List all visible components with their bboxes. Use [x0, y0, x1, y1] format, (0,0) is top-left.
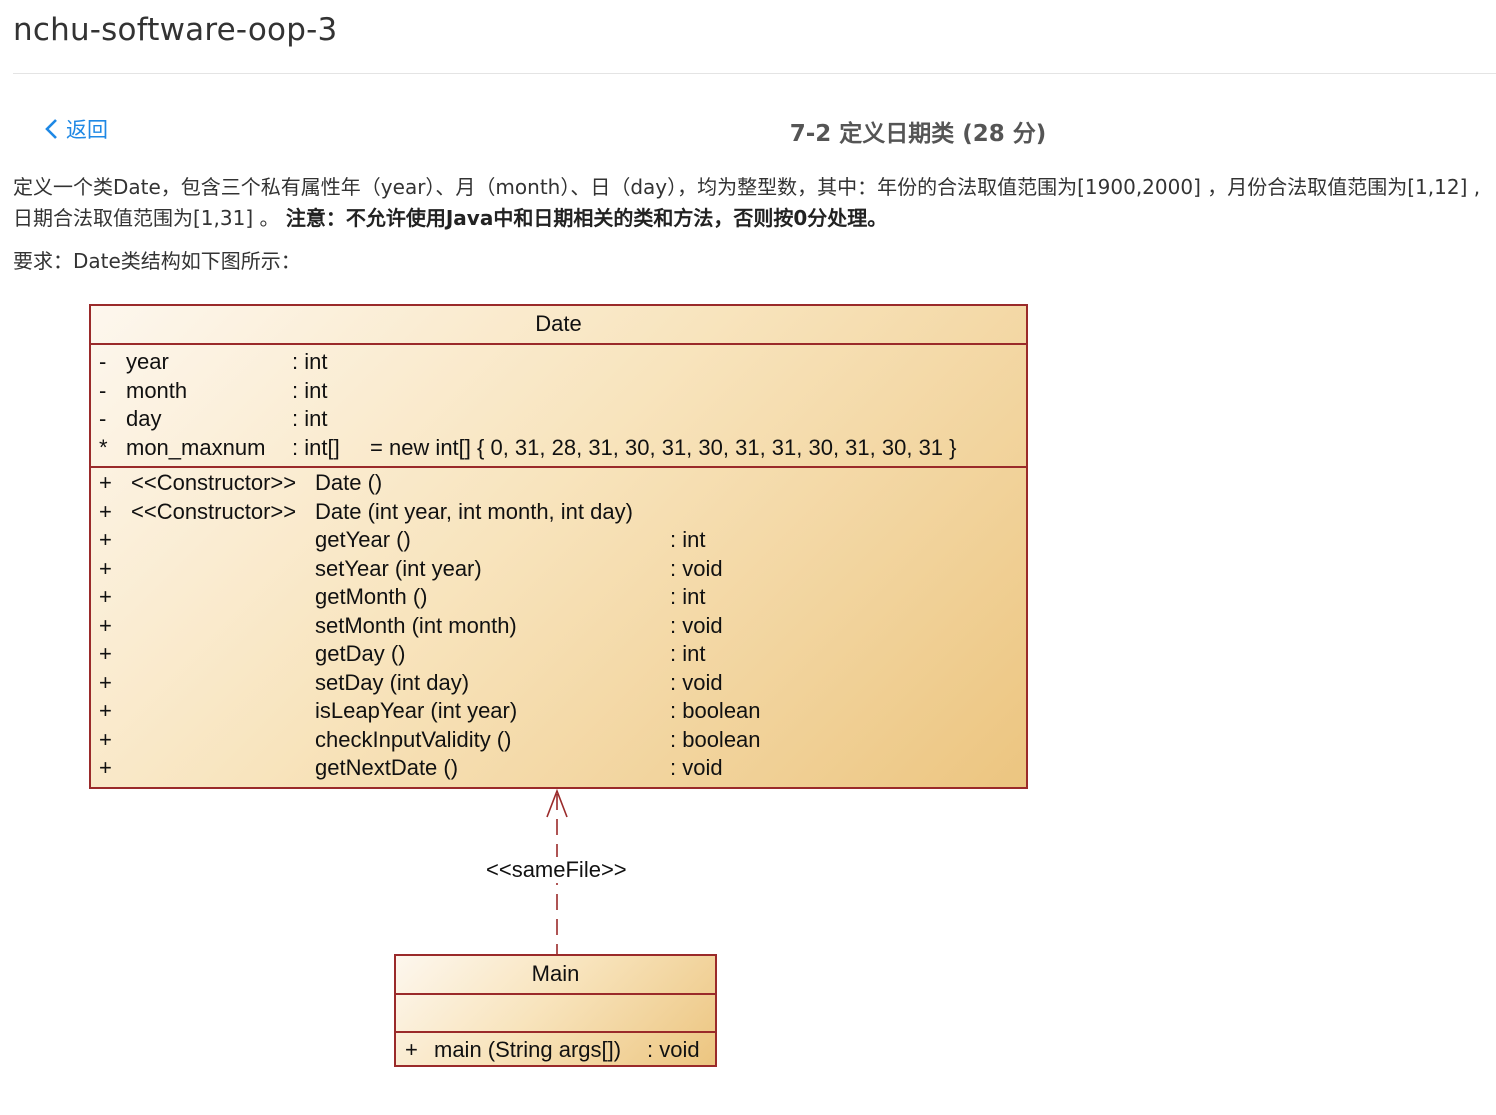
relation-stereotype-label: <<sameFile>>: [484, 857, 629, 883]
main-class-name: Main: [396, 956, 715, 995]
op-name: main (String args[]): [434, 1037, 622, 1062]
op-visibility: +: [405, 1037, 418, 1062]
operation-row: + main (String args[]) : void: [396, 1037, 715, 1066]
dependency-arrow: [546, 788, 568, 954]
uml-main-class: Main + main (String args[]) : void: [394, 954, 717, 1067]
op-return-type: : void: [647, 1037, 700, 1062]
main-class-operations: + main (String args[]) : void: [396, 1033, 715, 1066]
main-class-attributes: [396, 995, 715, 1033]
